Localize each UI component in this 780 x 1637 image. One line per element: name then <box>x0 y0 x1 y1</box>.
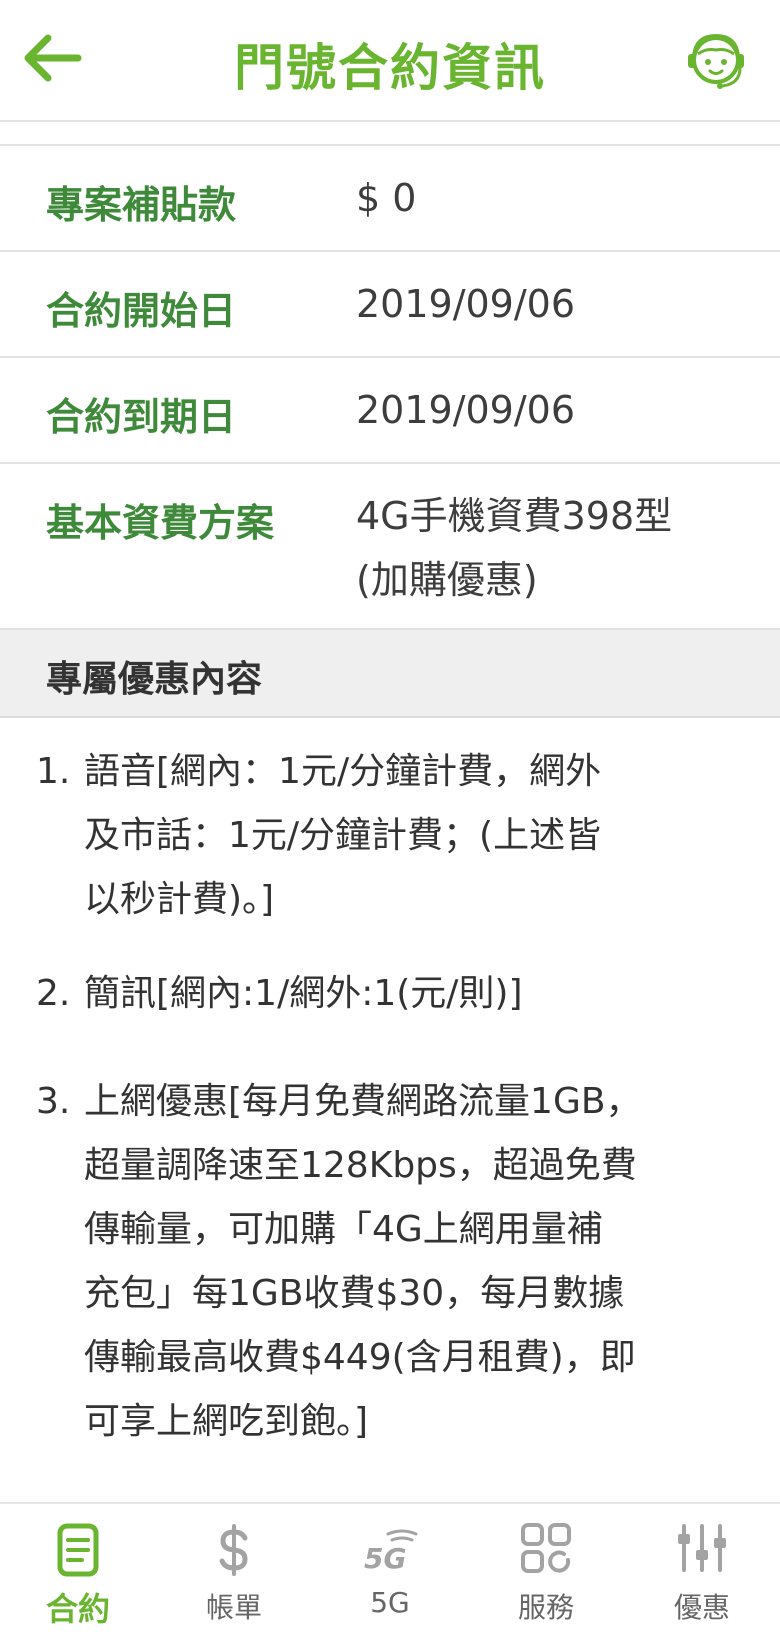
tab-5g[interactable]: 5G 5G <box>312 1504 468 1637</box>
plan-label: 基本資費方案 <box>46 501 275 545</box>
page-title: 門號合約資訊 <box>234 39 546 97</box>
offer-line: 語音[網內：1元/分鐘計費，網外 <box>84 751 602 792</box>
subsidy-label: 專案補貼款 <box>46 183 237 227</box>
5g-icon: 5G <box>364 1529 418 1575</box>
offer-number: 3. <box>36 1081 71 1122</box>
tab-label: 5G <box>370 1586 410 1619</box>
headset-agent-icon <box>688 33 744 89</box>
start-date-label: 合約開始日 <box>46 289 237 333</box>
contract-content: 專案補貼款 $ 0 合約開始日 2019/09/06 合約到期日 2019/09… <box>0 122 780 1442</box>
tab-label: 帳單 <box>205 1591 262 1624</box>
dollar-icon <box>219 1524 248 1576</box>
offer-line: 可享上網吃到飽。] <box>84 1401 369 1442</box>
tab-label: 優惠 <box>673 1591 730 1624</box>
customer-service-button[interactable] <box>676 22 756 102</box>
tab-offers[interactable]: 優惠 <box>624 1504 780 1637</box>
subsidy-value: $ 0 <box>356 176 417 220</box>
bottom-tab-bar: 合約 帳單 5G 5G 服務 優惠 <box>0 1502 780 1637</box>
tab-label: 合約 <box>45 1590 110 1628</box>
end-date-row: 合約到期日 2019/09/06 <box>0 358 780 464</box>
start-date-row: 合約開始日 2019/09/06 <box>0 252 780 358</box>
offer-line: 超量調降速至128Kbps，超過免費 <box>84 1145 637 1186</box>
offers-section-header: 專屬優惠內容 <box>0 630 780 718</box>
end-date-value: 2019/09/06 <box>356 388 576 432</box>
start-date-value: 2019/09/06 <box>356 282 576 326</box>
tab-label: 服務 <box>517 1591 574 1624</box>
plan-value-line: (加購優惠) <box>356 558 538 602</box>
plan-value: 4G手機資費398型 (加購優惠) <box>356 484 672 612</box>
offer-line: 及市話：1元/分鐘計費；(上述皆 <box>84 815 602 856</box>
offer-number: 2. <box>36 973 71 1014</box>
offer-line: 傳輸最高收費$449(含月租費)，即 <box>84 1337 636 1378</box>
offer-line: 傳輸量，可加購「4G上網用量補 <box>84 1209 603 1250</box>
offer-line: 簡訊[網內:1/網外:1(元/則)] <box>84 973 523 1014</box>
plan-row: 基本資費方案 4G手機資費398型 (加購優惠) <box>0 464 780 630</box>
contract-icon <box>57 1523 99 1577</box>
sliders-icon <box>678 1524 726 1572</box>
offer-line: 以秒計費)。] <box>84 879 275 920</box>
offer-number: 1. <box>36 751 71 792</box>
tab-service[interactable]: 服務 <box>468 1504 624 1637</box>
offer-line: 充包」每1GB收費$30，每月數據 <box>84 1273 625 1314</box>
offer-line: 上網優惠[每月免費網路流量1GB， <box>84 1081 642 1122</box>
subsidy-row: 專案補貼款 $ 0 <box>0 146 780 252</box>
top-divider <box>0 122 780 146</box>
offers-section-title: 專屬優惠內容 <box>46 659 263 700</box>
tab-bill[interactable]: 帳單 <box>156 1504 312 1637</box>
grid-icon <box>521 1523 571 1573</box>
tab-contract[interactable]: 合約 <box>0 1504 156 1637</box>
app-header: 門號合約資訊 <box>0 0 780 122</box>
svg-text:5G: 5G <box>364 1542 406 1575</box>
plan-value-line: 4G手機資費398型 <box>356 494 673 538</box>
end-date-label: 合約到期日 <box>46 395 237 439</box>
